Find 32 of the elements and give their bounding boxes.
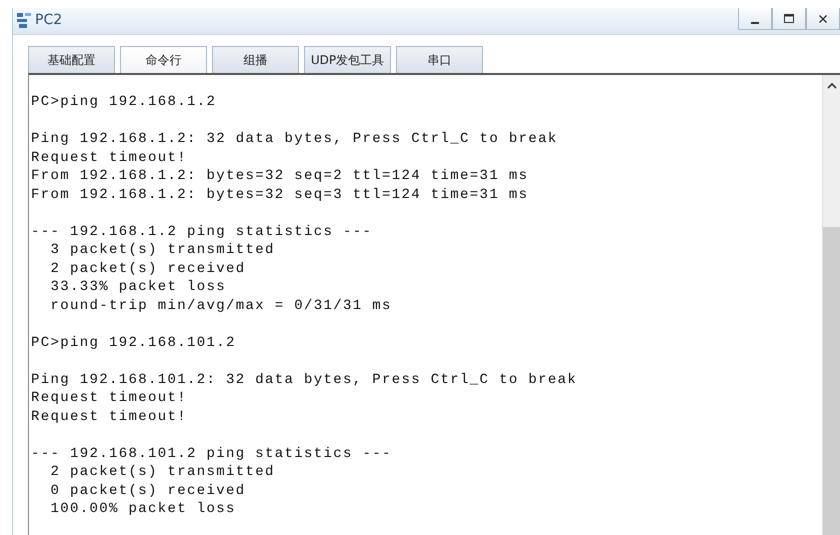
console-line: 0 packet(s) received <box>50 482 246 500</box>
minimize-button[interactable] <box>738 8 772 30</box>
close-icon <box>817 12 829 24</box>
scroll-up-icon[interactable] <box>826 82 836 90</box>
console-line: 2 packet(s) transmitted <box>50 463 275 482</box>
console-line: Request timeout! <box>31 408 188 426</box>
console-line: round-trip min/avg/max = 0/31/31 ms <box>50 296 392 315</box>
tab[interactable]: 组播 <box>212 46 299 73</box>
window-title: PC2 <box>35 12 62 28</box>
console-line: --- 192.168.1.2 ping statistics --- <box>31 222 372 241</box>
console-line: Ping 192.168.1.2: 32 data bytes, Press Ctrl_C to break <box>31 130 558 148</box>
console-line: 100.00% packet loss <box>50 500 236 518</box>
console-line: From 192.168.1.2: bytes=32 seq=3 ttl=124 time=31 ms <box>31 186 528 204</box>
maximize-icon <box>783 12 795 24</box>
console-line: 33.33% packet loss <box>50 278 226 296</box>
console-line: Request timeout! <box>31 389 188 408</box>
console-line: Ping 192.168.101.2: 32 data bytes, Press Ctrl_C to break <box>31 370 578 389</box>
tab[interactable]: UDP发包工具 <box>304 46 391 73</box>
tab[interactable]: 串口 <box>396 46 483 73</box>
console-line: 3 packet(s) transmitted <box>50 241 275 260</box>
console-line: Request timeout! <box>31 148 188 167</box>
console-line: From 192.168.1.2: bytes=32 seq=2 ttl=124 time=31 ms <box>31 167 528 186</box>
console-line: --- 192.168.101.2 ping statistics --- <box>31 444 392 463</box>
console-line: PC>ping 192.168.1.2 <box>31 93 216 112</box>
maximize-button[interactable] <box>772 8 806 30</box>
console-line: PC>ping 192.168.101.2 <box>31 334 236 352</box>
console-line: 2 packet(s) received <box>50 260 246 278</box>
minimize-icon <box>751 22 759 24</box>
close-button[interactable] <box>806 8 840 30</box>
tab[interactable]: 命令行 <box>120 46 207 73</box>
scrollbar[interactable] <box>822 75 840 535</box>
tab[interactable]: 基础配置 <box>28 46 115 73</box>
